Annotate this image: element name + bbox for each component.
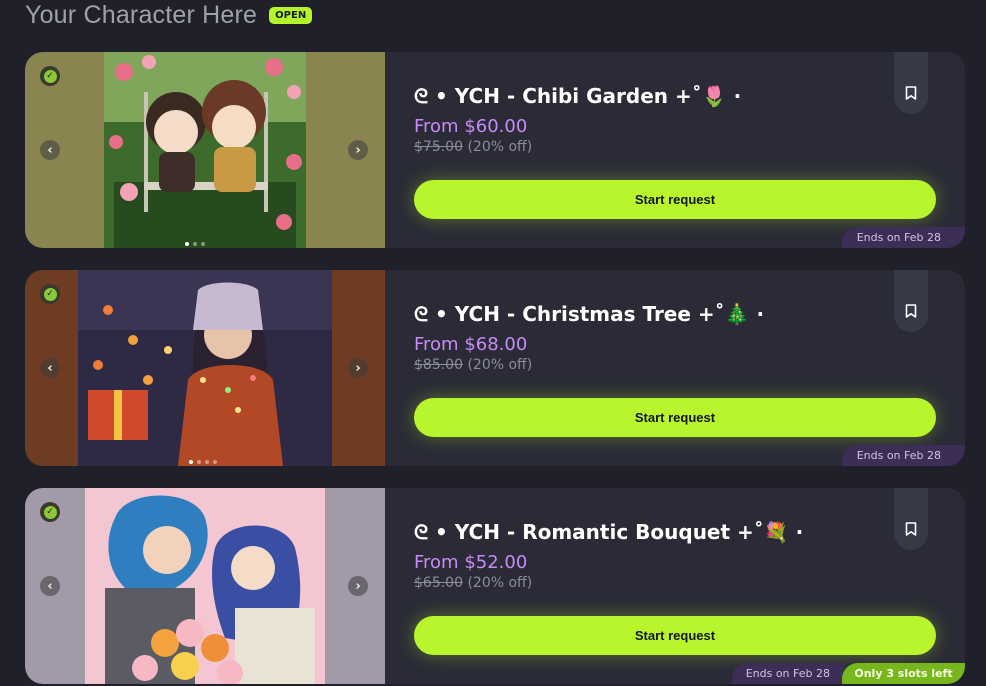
verified-badge-icon: ✓ [40, 66, 60, 86]
carousel-dots [185, 242, 205, 246]
carousel-dot[interactable] [185, 242, 189, 246]
chevron-right-icon[interactable]: › [348, 140, 368, 160]
discount-label: (20% off) [467, 357, 533, 373]
artwork-image[interactable] [78, 270, 332, 466]
original-price-row: $65.00 (20% off) [414, 575, 532, 591]
ych-listing-page: Your Character Here OPEN ✓ ‹ › ᘓ • YCH -… [0, 0, 986, 686]
slots-left-tag: Only 3 slots left [842, 663, 965, 684]
carousel-dot[interactable] [205, 460, 209, 464]
original-price-row: $85.00 (20% off) [414, 357, 532, 373]
listing-price: From $52.00 [414, 552, 528, 573]
card-info: ᘓ • YCH - Chibi Garden +˚🌷 · From $60.00… [414, 52, 965, 248]
card-image-carousel[interactable]: ✓ ‹ › [25, 52, 385, 248]
card-image-carousel[interactable]: ✓ ‹ › [25, 488, 385, 684]
open-status-badge: OPEN [269, 6, 313, 24]
carousel-dots [189, 460, 217, 464]
listing-card[interactable]: ✓ ‹ › ᘓ • YCH - Chibi Garden +˚🌷 · From … [25, 52, 965, 248]
artwork-image[interactable] [104, 52, 306, 248]
ends-date-tag: Ends on Feb 28 [841, 445, 965, 466]
bookmark-button[interactable] [894, 488, 928, 550]
bookmark-icon [905, 522, 917, 536]
artwork-image[interactable] [85, 488, 325, 684]
listing-title[interactable]: ᘓ • YCH - Chibi Garden +˚🌷 · [414, 84, 741, 108]
listing-card[interactable]: ✓ ‹ › ᘓ • YCH - Romantic Bouquet +˚💐 · F… [25, 488, 965, 684]
listing-title[interactable]: ᘓ • YCH - Romantic Bouquet +˚💐 · [414, 520, 803, 544]
original-price-row: $75.00 (20% off) [414, 139, 532, 155]
chevron-left-icon[interactable]: ‹ [40, 140, 60, 160]
original-price: $85.00 [414, 357, 463, 373]
listing-price: From $60.00 [414, 116, 528, 137]
verified-badge-icon: ✓ [40, 502, 60, 522]
bookmark-button[interactable] [894, 52, 928, 114]
chevron-left-icon[interactable]: ‹ [40, 576, 60, 596]
discount-label: (20% off) [467, 575, 533, 591]
listing-title[interactable]: ᘓ • YCH - Christmas Tree +˚🎄 · [414, 302, 764, 326]
start-request-button[interactable]: Start request [414, 616, 936, 655]
card-info: ᘓ • YCH - Romantic Bouquet +˚💐 · From $5… [414, 488, 965, 684]
carousel-dot[interactable] [197, 460, 201, 464]
section-title: Your Character Here [25, 0, 258, 29]
listing-price: From $68.00 [414, 334, 528, 355]
carousel-dot[interactable] [193, 242, 197, 246]
ends-date-tag: Ends on Feb 28 [841, 227, 965, 248]
chevron-right-icon[interactable]: › [348, 576, 368, 596]
original-price: $75.00 [414, 139, 463, 155]
original-price: $65.00 [414, 575, 463, 591]
section-header: Your Character Here OPEN [25, 0, 313, 30]
ends-date-tag: Ends on Feb 28 [731, 663, 844, 684]
card-info: ᘓ • YCH - Christmas Tree +˚🎄 · From $68.… [414, 270, 965, 466]
bookmark-button[interactable] [894, 270, 928, 332]
carousel-dot[interactable] [213, 460, 217, 464]
carousel-dot[interactable] [201, 242, 205, 246]
start-request-button[interactable]: Start request [414, 180, 936, 219]
start-request-button[interactable]: Start request [414, 398, 936, 437]
card-image-carousel[interactable]: ✓ ‹ › [25, 270, 385, 466]
discount-label: (20% off) [467, 139, 533, 155]
bookmark-icon [905, 86, 917, 100]
carousel-dot[interactable] [189, 460, 193, 464]
chevron-right-icon[interactable]: › [348, 358, 368, 378]
chevron-left-icon[interactable]: ‹ [40, 358, 60, 378]
listing-card[interactable]: ✓ ‹ › ᘓ • YCH - Christmas Tree +˚🎄 · Fro… [25, 270, 965, 466]
bookmark-icon [905, 304, 917, 318]
verified-badge-icon: ✓ [40, 284, 60, 304]
